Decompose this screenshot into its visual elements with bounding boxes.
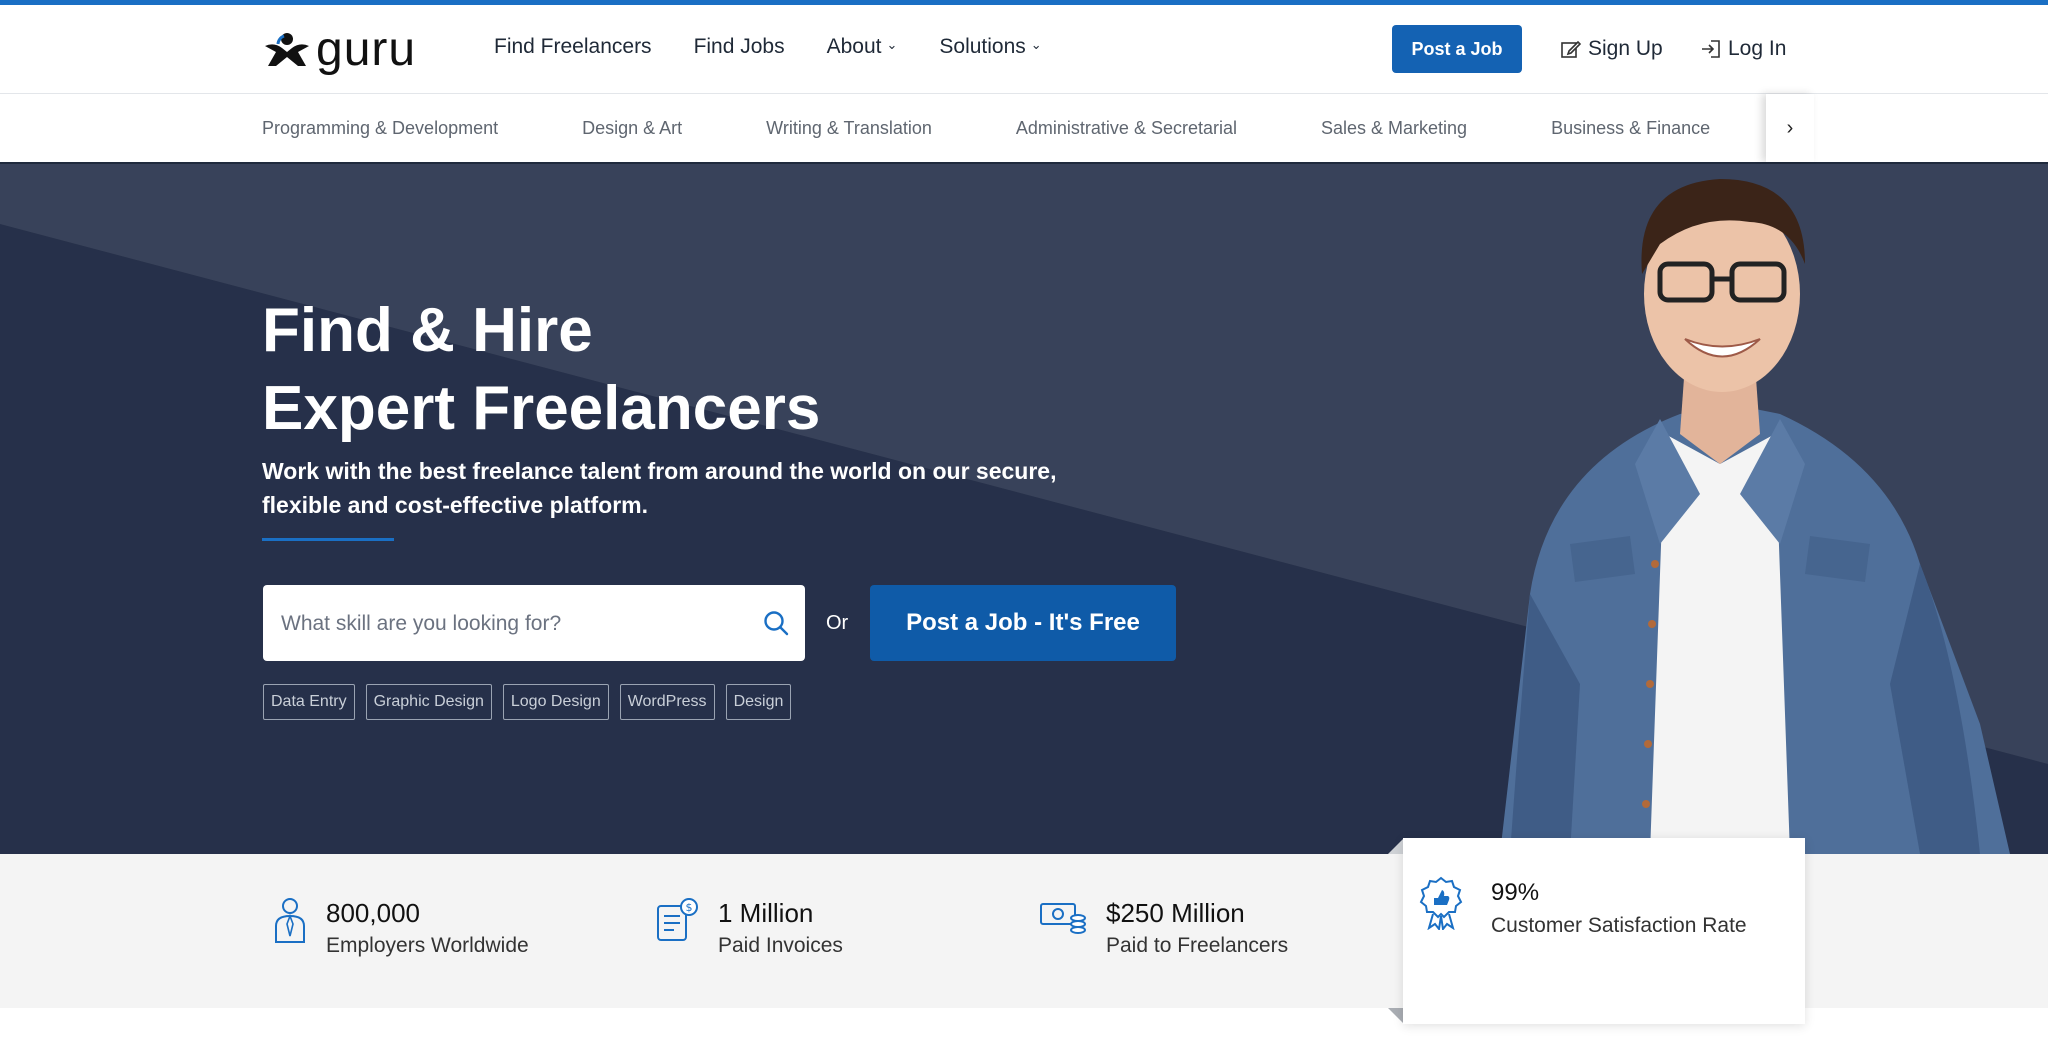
skill-tag[interactable]: Data Entry (263, 684, 355, 720)
post-job-free-button[interactable]: Post a Job - It's Free (870, 585, 1176, 661)
hero-subtitle: Work with the best freelance talent from… (262, 458, 1057, 518)
sign-up-link[interactable]: Sign Up (1560, 37, 1663, 61)
hero-divider (262, 538, 394, 541)
hero-title: Find & Hire Expert Freelancers (262, 292, 820, 448)
nav-label: Solutions (939, 35, 1026, 58)
satisfaction-card: 99% Customer Satisfaction Rate (1403, 838, 1805, 1024)
card-corner-decoration (1388, 1008, 1404, 1024)
nav-find-jobs[interactable]: Find Jobs (694, 35, 785, 59)
search-icon[interactable] (763, 610, 789, 636)
skill-tag[interactable]: Design (725, 684, 792, 720)
stat-satisfaction: 99% Customer Satisfaction Rate (1419, 876, 1747, 942)
chevron-down-icon: ⌄ (1030, 37, 1042, 52)
nav-label: About (826, 35, 882, 58)
nav-label: Find Jobs (693, 35, 785, 58)
login-icon (1702, 40, 1720, 58)
stat-paid: $250 Million Paid to Freelancers (1038, 896, 1288, 962)
stat-invoices: $ 1 Million Paid Invoices (652, 896, 843, 962)
hero-title-line-1: Find & Hire (262, 296, 593, 365)
award-ribbon-icon (1419, 876, 1463, 930)
svg-text:$: $ (686, 901, 693, 914)
category-administrative[interactable]: Administrative & Secretarial (1016, 118, 1237, 139)
chevron-down-icon: ⌄ (886, 37, 898, 52)
nav-label: Find Freelancers (494, 35, 652, 58)
popular-skill-tags: Data Entry Graphic Design Logo Design Wo… (263, 684, 792, 720)
log-in-link[interactable]: Log In (1700, 37, 1786, 61)
stat-label: Customer Satisfaction Rate (1491, 914, 1747, 937)
skill-search-input[interactable] (279, 585, 753, 663)
hero-section: Find & Hire Expert Freelancers Work with… (0, 164, 2048, 854)
category-list: Programming & Development Design & Art W… (262, 118, 1710, 139)
money-icon (1040, 903, 1086, 934)
hero-title-line-2: Expert Freelancers (262, 374, 821, 443)
guru-logo-mark-icon (265, 33, 309, 66)
category-programming[interactable]: Programming & Development (262, 118, 498, 139)
stat-label: Paid Invoices (718, 934, 843, 957)
stat-label: Paid to Freelancers (1106, 934, 1289, 957)
guru-logo[interactable]: guru (262, 25, 442, 75)
category-business-finance[interactable]: Business & Finance (1551, 118, 1710, 139)
stat-value: 1 Million (718, 898, 814, 928)
category-writing-translation[interactable]: Writing & Translation (766, 118, 932, 139)
stat-employers: 800,000 Employers Worldwide (272, 896, 529, 962)
edit-icon (1561, 40, 1582, 58)
post-job-button[interactable]: Post a Job (1392, 25, 1522, 73)
nav-find-freelancers[interactable]: Find Freelancers (494, 35, 652, 59)
category-sales-marketing[interactable]: Sales & Marketing (1321, 118, 1467, 139)
site-header: guru Find Freelancers Find Jobs About ⌄ … (0, 5, 2048, 94)
stat-value: $250 Million (1106, 898, 1245, 928)
main-nav: Find Freelancers Find Jobs About ⌄ Solut… (494, 35, 1042, 59)
or-separator: Or (826, 612, 849, 634)
stat-value: 99% (1491, 879, 1540, 906)
skill-search-box (263, 585, 805, 663)
stat-value: 800,000 (326, 898, 420, 928)
category-design-art[interactable]: Design & Art (582, 118, 682, 139)
logo-wordmark: guru (316, 23, 417, 76)
invoice-icon: $ (657, 898, 698, 941)
log-in-label: Log In (1728, 37, 1787, 60)
nav-about[interactable]: About ⌄ (827, 35, 898, 59)
skill-tag[interactable]: WordPress (619, 684, 715, 720)
skill-tag[interactable]: Logo Design (502, 684, 609, 720)
employer-icon (275, 898, 305, 943)
stat-label: Employers Worldwide (326, 934, 529, 957)
category-bar: Programming & Development Design & Art W… (0, 94, 2048, 164)
chevron-right-icon[interactable]: › (1766, 94, 1814, 162)
skill-tag[interactable]: Graphic Design (365, 684, 492, 720)
hero-person-image (1500, 179, 2010, 854)
sign-up-label: Sign Up (1588, 37, 1663, 60)
nav-solutions[interactable]: Solutions ⌄ (939, 35, 1041, 59)
card-corner-decoration (1388, 838, 1404, 854)
